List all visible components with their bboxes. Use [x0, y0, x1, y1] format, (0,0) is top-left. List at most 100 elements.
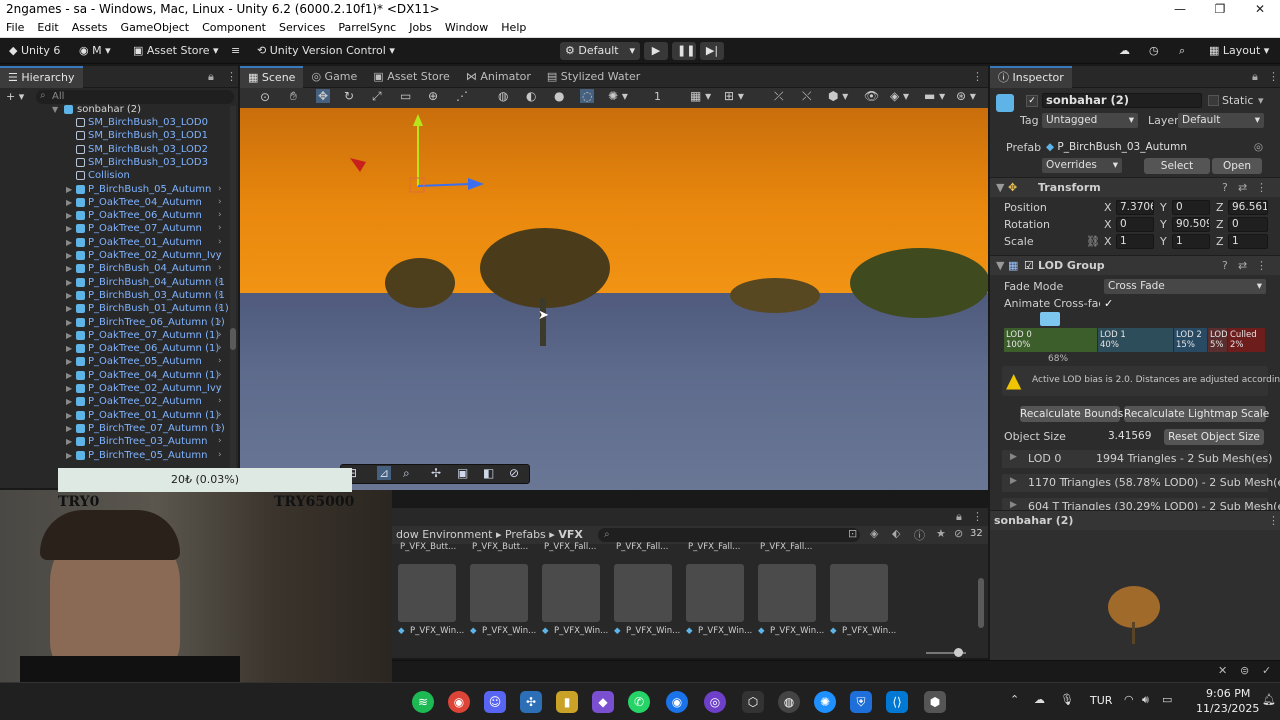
- play-button[interactable]: ▶: [644, 42, 668, 60]
- lod-camera-marker-icon[interactable]: [1040, 312, 1060, 326]
- expand-arrow-icon[interactable]: ▶: [66, 209, 72, 222]
- collapse-arrow-icon[interactable]: ▼: [996, 259, 1004, 272]
- asset-label[interactable]: P_VFX_Fall...: [760, 542, 812, 552]
- hierarchy-item[interactable]: ▶ P_OakTree_01_Autumn ›: [0, 236, 238, 249]
- expand-arrow-icon[interactable]: ▶: [66, 409, 72, 422]
- hierarchy-item[interactable]: ▶ P_BirchTree_03_Autumn ›: [0, 435, 238, 448]
- clock-date[interactable]: 11/23/2025: [1196, 702, 1259, 715]
- compass-tool-icon[interactable]: ⊘: [509, 466, 519, 480]
- help-icon[interactable]: ?: [1222, 181, 1228, 194]
- hierarchy-root-row[interactable]: ▼ sonbahar (2): [0, 103, 238, 116]
- presets-icon[interactable]: ⇄: [1238, 259, 1247, 272]
- expand-arrow-icon[interactable]: ▶: [66, 449, 72, 462]
- wifi-icon[interactable]: ◠: [1124, 693, 1134, 706]
- open-prefab-icon[interactable]: ›: [218, 435, 222, 448]
- breadcrumb-item[interactable]: VFX: [558, 528, 583, 541]
- expand-arrow-icon[interactable]: ▶: [66, 289, 72, 302]
- vscode-icon[interactable]: ⟨⟩: [886, 691, 908, 713]
- hierarchy-item[interactable]: ▶ P_BirchTree_06_Autumn (1) ›: [0, 316, 238, 329]
- select-button[interactable]: Select: [1144, 158, 1210, 174]
- lod-segment[interactable]: LOD 2 15%: [1174, 328, 1207, 352]
- open-prefab-icon[interactable]: ›: [218, 289, 222, 302]
- check-icon[interactable]: ✓: [1262, 664, 1271, 677]
- tab-hierarchy[interactable]: ☰ Hierarchy: [0, 66, 83, 88]
- discord-icon[interactable]: ☺: [484, 691, 506, 713]
- animate-crossfade-checkbox[interactable]: ✓: [1104, 297, 1113, 310]
- lod-segment[interactable]: LOD 0 100%: [1004, 328, 1097, 352]
- project-search-input[interactable]: ⌕: [598, 528, 860, 542]
- chrome-icon[interactable]: ◉: [448, 691, 470, 713]
- project-scrollbar[interactable]: [978, 578, 984, 628]
- menu-file[interactable]: File: [6, 21, 24, 34]
- open-prefab-icon[interactable]: ›: [218, 449, 222, 462]
- menu-component[interactable]: Component: [202, 21, 266, 34]
- layout-dropdown[interactable]: ▦ Layout ▾: [1204, 42, 1274, 60]
- preview-render[interactable]: [990, 530, 1280, 660]
- rotation-x-field[interactable]: 0: [1116, 217, 1154, 232]
- overrides-dropdown[interactable]: Overrides ▾: [1042, 158, 1122, 173]
- history-icon[interactable]: ◷: [1144, 42, 1164, 60]
- close-button[interactable]: ✕: [1240, 0, 1280, 18]
- layer-dropdown[interactable]: Default ▾: [1178, 113, 1264, 128]
- menu-edit[interactable]: Edit: [37, 21, 58, 34]
- hierarchy-item[interactable]: ▶ P_OakTree_01_Autumn (1) ›: [0, 409, 238, 422]
- lod-segment[interactable]: LOD 1 40%: [1098, 328, 1173, 352]
- hierarchy-item[interactable]: ▶ P_BirchTree_07_Autumn (1) ›: [0, 422, 238, 435]
- more-icon[interactable]: ⋮: [972, 510, 983, 523]
- hierarchy-item[interactable]: ▶ P_BirchBush_05_Autumn ›: [0, 183, 238, 196]
- github-icon[interactable]: ◎: [704, 691, 726, 713]
- spotify-icon[interactable]: ≋: [412, 691, 434, 713]
- hierarchy-item[interactable]: ▶ P_OakTree_06_Autumn ›: [0, 209, 238, 222]
- hierarchy-search-input[interactable]: All: [36, 90, 234, 104]
- breadcrumb-item[interactable]: Prefabs: [505, 528, 546, 541]
- open-prefab-icon[interactable]: ›: [218, 196, 222, 209]
- obs-icon[interactable]: ◍: [778, 691, 800, 713]
- hierarchy-item[interactable]: ▶ P_BirchBush_04_Autumn (1 ›: [0, 276, 238, 289]
- collapse-arrow-icon[interactable]: ▼: [996, 181, 1004, 194]
- asset-thumbnail[interactable]: [542, 564, 600, 622]
- zoom-tool-icon[interactable]: ⌕: [403, 466, 410, 481]
- thumbnail-size-slider[interactable]: [926, 648, 966, 657]
- account-dropdown[interactable]: ◉ M ▾: [74, 42, 116, 60]
- open-prefab-icon[interactable]: ›: [218, 276, 222, 289]
- expand-arrow-icon[interactable]: ▶: [1010, 500, 1017, 510]
- open-prefab-icon[interactable]: ›: [218, 329, 222, 342]
- object-name-field[interactable]: sonbahar (2): [1042, 93, 1202, 108]
- target-icon[interactable]: ◎: [1254, 141, 1263, 154]
- asset-store-dropdown[interactable]: ▣ Asset Store ▾: [128, 42, 224, 60]
- hierarchy-item[interactable]: ▶ P_OakTree_06_Autumn (1) ›: [0, 342, 238, 355]
- asset-thumbnail[interactable]: [758, 564, 816, 622]
- warning-filter-icon[interactable]: ⓘ: [914, 527, 925, 543]
- expand-arrow-icon[interactable]: ▶: [66, 395, 72, 408]
- open-prefab-icon[interactable]: ›: [218, 262, 222, 275]
- scene-viewport[interactable]: ➤: [240, 108, 988, 490]
- expand-arrow-icon[interactable]: ▶: [66, 276, 72, 289]
- menu-services[interactable]: Services: [279, 21, 325, 34]
- language-indicator[interactable]: TUR: [1090, 694, 1112, 707]
- expand-arrow-icon[interactable]: ▶: [66, 262, 72, 275]
- hierarchy-item[interactable]: ▶ P_BirchBush_04_Autumn ›: [0, 262, 238, 275]
- hierarchy-item[interactable]: SM_BirchBush_03_LOD0: [0, 116, 238, 129]
- hand-tool-icon[interactable]: ✋︎: [290, 89, 297, 104]
- asset-label[interactable]: P_VFX_Fall...: [688, 542, 740, 552]
- tab-stylized-water[interactable]: ▤ Stylized Water: [539, 66, 648, 88]
- pause-button[interactable]: ❚❚: [672, 42, 696, 60]
- scale-tool-icon[interactable]: ⤢: [372, 89, 382, 104]
- position-y-field[interactable]: 0: [1172, 200, 1210, 215]
- more-icon[interactable]: ⋮: [972, 70, 983, 83]
- tray-app-icon[interactable]: ☁: [1034, 693, 1045, 706]
- browser-icon[interactable]: ✺: [814, 691, 836, 713]
- toolbar-menu-icon[interactable]: ≡: [226, 42, 245, 60]
- asset-label[interactable]: P_VFX_Win...: [482, 626, 536, 636]
- position-z-field[interactable]: 96.5619: [1228, 200, 1268, 215]
- expand-arrow-icon[interactable]: ▶: [66, 369, 72, 382]
- lod-row[interactable]: ▶ LOD 0 1994 Triangles - 2 Sub Mesh(es): [1002, 450, 1272, 468]
- move-tool-icon[interactable]: ✥: [316, 89, 331, 103]
- expand-arrow-icon[interactable]: ▶: [66, 422, 72, 435]
- expand-arrow-icon[interactable]: ▶: [66, 196, 72, 209]
- more-icon[interactable]: ⋮: [1256, 259, 1267, 272]
- object-size-field[interactable]: 3.41569: [1104, 429, 1160, 444]
- transform-header[interactable]: ▼ ✥ Transform ? ⇄ ⋮: [990, 177, 1280, 197]
- more-icon[interactable]: ⋮: [226, 70, 237, 83]
- scrollbar-thumb[interactable]: [230, 328, 236, 350]
